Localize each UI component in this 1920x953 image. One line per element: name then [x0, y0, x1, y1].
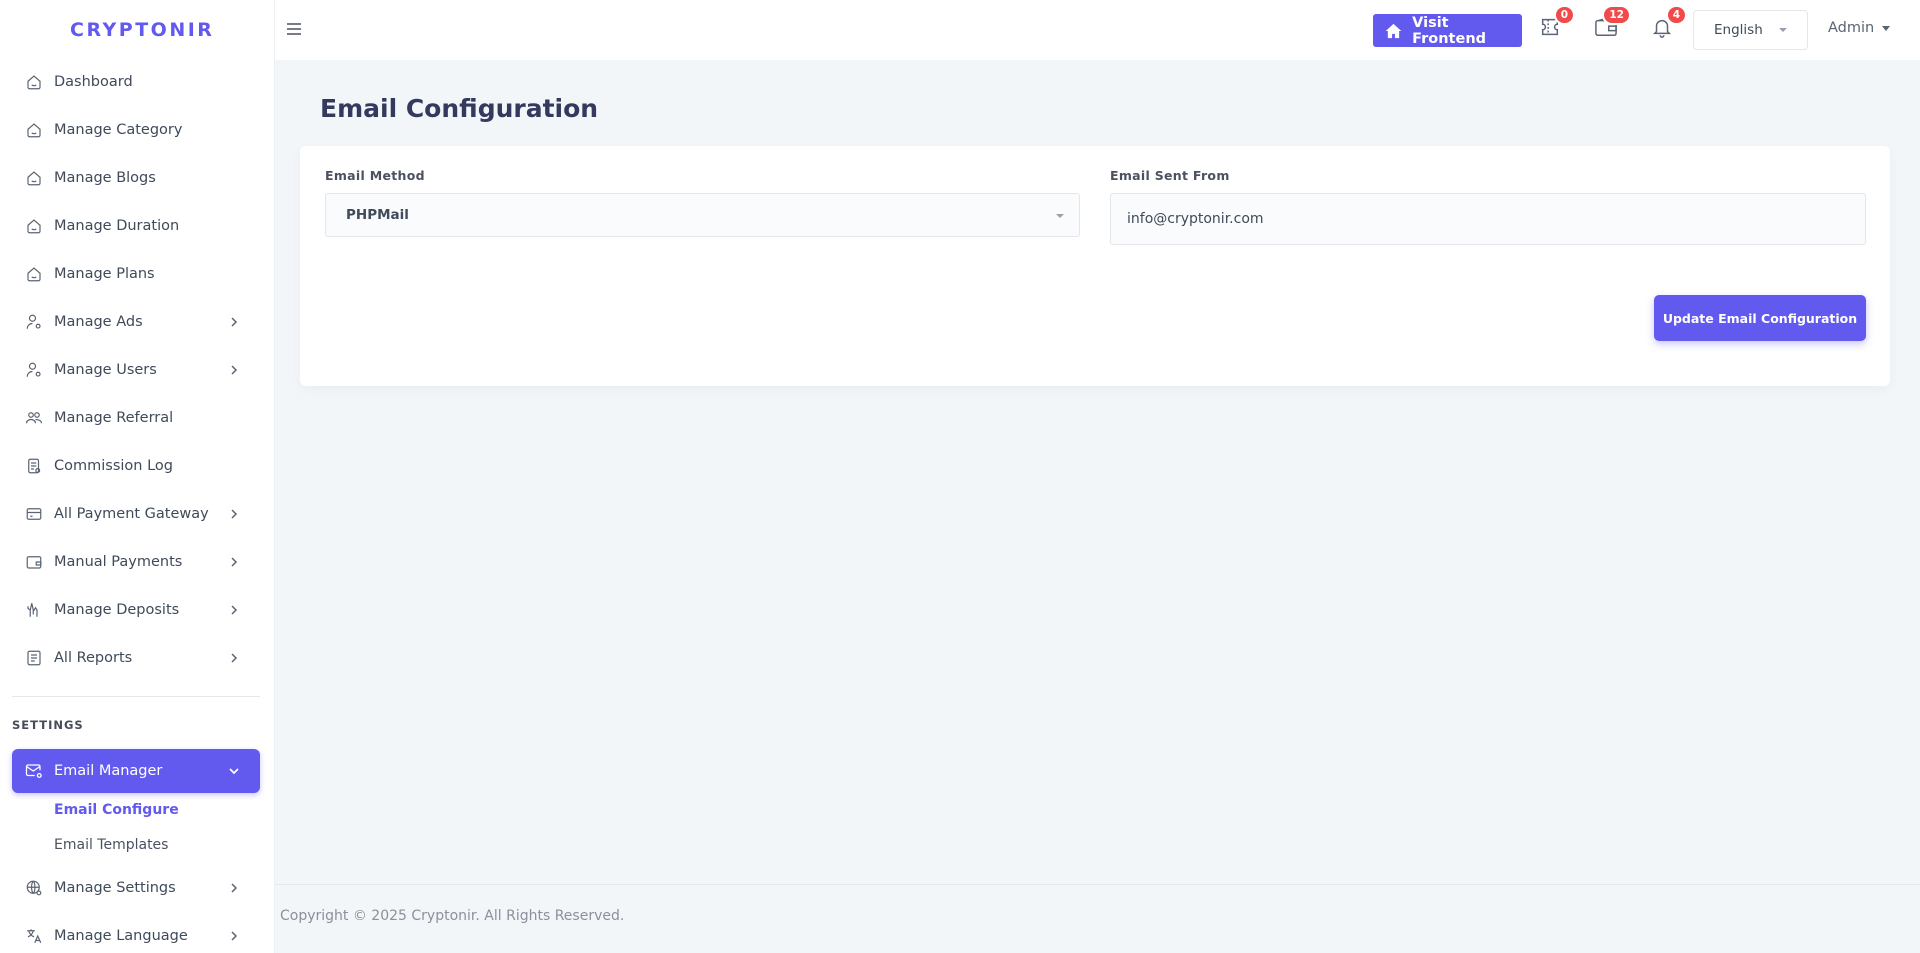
sidebar-item-email-manager[interactable]: Email Manager: [12, 749, 260, 793]
sidebar-item-manage-referral[interactable]: Manage Referral: [12, 396, 260, 440]
email-config-card: Email Method PHPMail Email Sent From Upd…: [300, 146, 1890, 386]
sidebar-item-all-reports[interactable]: All Reports: [12, 636, 260, 680]
ticket-button[interactable]: 0: [1535, 5, 1575, 44]
sidebar-item-manage-ads[interactable]: Manage Ads: [12, 300, 260, 344]
sidebar-item-label: Manage Referral: [54, 410, 174, 426]
sidebar-item-label: Manage Language: [54, 928, 188, 944]
chevron-right-icon: [228, 364, 240, 376]
sidebar-item-manage-users[interactable]: Manage Users: [12, 348, 260, 392]
user-menu[interactable]: Admin: [1828, 20, 1891, 36]
language-select[interactable]: English: [1693, 10, 1808, 50]
sidebar-item-manage-plans[interactable]: Manage Plans: [12, 252, 260, 296]
sidebar-item-manage-deposits[interactable]: Manage Deposits: [12, 588, 260, 632]
email-from-label: Email Sent From: [1110, 168, 1230, 183]
sidebar-item-label: All Payment Gateway: [54, 506, 209, 522]
topbar: Visit Frontend 0 12 4 English Admin: [275, 0, 1920, 60]
sidebar-item-label: Commission Log: [54, 458, 173, 474]
email-from-input[interactable]: [1110, 193, 1866, 245]
notifications-button[interactable]: 4: [1647, 5, 1687, 44]
sidebar: CRYPTONIR Dashboard Manage Category Mana…: [0, 0, 275, 953]
notification-count-badge: 4: [1665, 5, 1687, 25]
caret-down-icon: [1882, 25, 1891, 31]
visit-frontend-label: Visit Frontend: [1412, 14, 1487, 47]
users-icon: [24, 408, 44, 428]
report-icon: [24, 648, 44, 668]
sidebar-item-label: Manage Deposits: [54, 602, 180, 618]
chevron-right-icon: [228, 508, 240, 520]
sidebar-item-label: Manual Payments: [54, 554, 183, 570]
sidebar-item-label: Manage Category: [54, 122, 183, 138]
visit-frontend-button[interactable]: Visit Frontend: [1373, 14, 1522, 47]
user-gear-icon: [24, 312, 44, 332]
sidebar-item-label: Manage Blogs: [54, 170, 156, 186]
home-icon: [1385, 22, 1402, 40]
home-icon: [24, 168, 44, 188]
user-name: Admin: [1828, 20, 1875, 36]
chevron-right-icon: [228, 930, 240, 942]
page-title: Email Configuration: [320, 94, 599, 123]
sidebar-item-label: Manage Duration: [54, 218, 180, 234]
user-gear-icon: [24, 360, 44, 380]
hand-icon: [24, 600, 44, 620]
hamburger-menu-icon[interactable]: [283, 18, 305, 40]
sidebar-item-manage-blogs[interactable]: Manage Blogs: [12, 156, 260, 200]
chevron-right-icon: [228, 652, 240, 664]
card-icon: [24, 504, 44, 524]
chevron-down-icon: [228, 765, 240, 777]
home-icon: [24, 72, 44, 92]
wallet-count-badge: 12: [1602, 5, 1631, 25]
sidebar-item-manage-duration[interactable]: Manage Duration: [12, 204, 260, 248]
brand-logo[interactable]: CRYPTONIR: [0, 0, 274, 60]
email-method-label: Email Method: [325, 168, 425, 183]
ticket-count-badge: 0: [1553, 5, 1575, 25]
wallet-button[interactable]: 12: [1591, 5, 1631, 44]
copyright-text: Copyright © 2025 Cryptonir. All Rights R…: [280, 908, 625, 924]
sidebar-item-label: Email Manager: [54, 763, 163, 779]
sidebar-subitem-email-configure[interactable]: Email Configure: [54, 802, 179, 818]
sidebar-item-manage-category[interactable]: Manage Category: [12, 108, 260, 152]
caret-down-icon: [1779, 28, 1787, 32]
sidebar-subitem-email-templates[interactable]: Email Templates: [54, 837, 168, 853]
sidebar-item-label: Manage Users: [54, 362, 157, 378]
mail-gear-icon: [24, 761, 44, 781]
update-email-configuration-button[interactable]: Update Email Configuration: [1654, 295, 1866, 341]
sidebar-item-dashboard[interactable]: Dashboard: [12, 60, 260, 104]
email-method-select[interactable]: PHPMail: [325, 193, 1080, 237]
translate-icon: [24, 926, 44, 946]
home-icon: [24, 120, 44, 140]
settings-heading: SETTINGS: [12, 718, 84, 732]
chevron-right-icon: [228, 882, 240, 894]
wallet-icon: [24, 552, 44, 572]
sidebar-item-label: All Reports: [54, 650, 133, 666]
sidebar-item-all-payment-gateway[interactable]: All Payment Gateway: [12, 492, 260, 536]
document-icon: [24, 456, 44, 476]
sidebar-item-label: Manage Settings: [54, 880, 176, 896]
sidebar-item-label: Manage Plans: [54, 266, 155, 282]
footer: Copyright © 2025 Cryptonir. All Rights R…: [275, 884, 1920, 953]
email-method-value: PHPMail: [346, 207, 409, 223]
chevron-right-icon: [228, 604, 240, 616]
sidebar-item-label: Manage Ads: [54, 314, 143, 330]
home-icon: [24, 216, 44, 236]
sidebar-item-manage-language[interactable]: Manage Language: [12, 914, 260, 953]
caret-down-icon: [1056, 214, 1064, 218]
sidebar-item-commission-log[interactable]: Commission Log: [12, 444, 260, 488]
sidebar-divider: [12, 696, 260, 697]
globe-gear-icon: [24, 878, 44, 898]
language-value: English: [1714, 22, 1763, 38]
chevron-right-icon: [228, 556, 240, 568]
sidebar-item-manage-settings[interactable]: Manage Settings: [12, 866, 260, 910]
chevron-right-icon: [228, 316, 240, 328]
home-icon: [24, 264, 44, 284]
sidebar-item-label: Dashboard: [54, 74, 133, 90]
sidebar-item-manual-payments[interactable]: Manual Payments: [12, 540, 260, 584]
